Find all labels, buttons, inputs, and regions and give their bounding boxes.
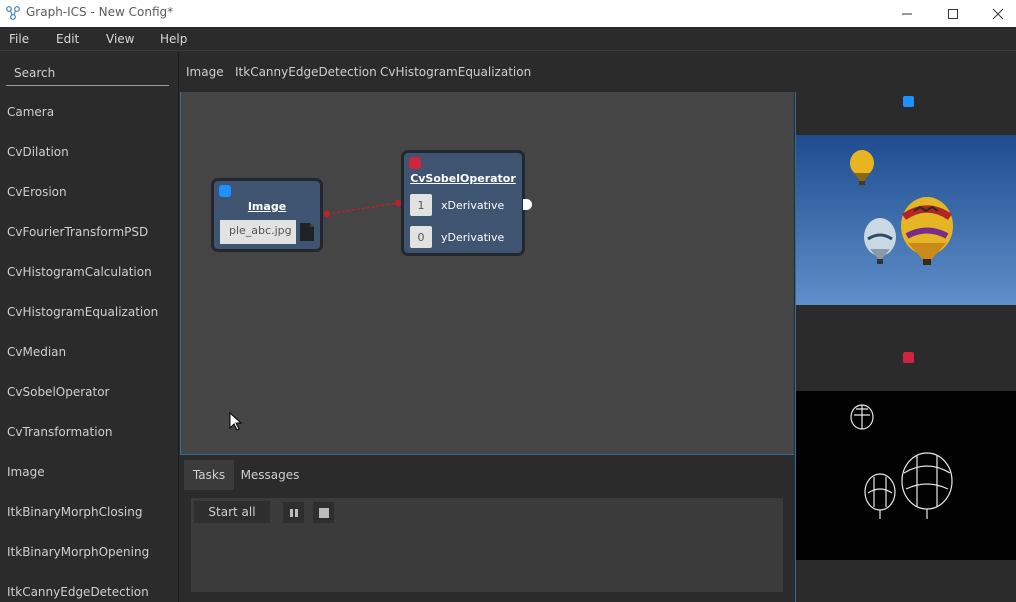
config-tab-bar: Image ItkCannyEdgeDetection CvHistogramE…: [180, 52, 1016, 92]
start-all-button[interactable]: Start all: [194, 501, 270, 523]
start-all-label: Start all: [208, 505, 256, 519]
sidebar-item-itkcannyedgedetection[interactable]: ItkCannyEdgeDetection: [7, 585, 149, 599]
preview-status-dot-red[interactable]: [903, 352, 914, 363]
node-connection: [326, 202, 399, 215]
sidebar-item-cvfouriertransformpsd[interactable]: CvFourierTransformPSD: [7, 225, 148, 239]
close-icon: [992, 8, 1004, 19]
minimize-button[interactable]: [884, 0, 930, 27]
pause-button[interactable]: [283, 502, 304, 523]
preview-status-dot-blue[interactable]: [903, 96, 914, 107]
tab-tasks[interactable]: Tasks: [184, 460, 234, 490]
node-editor-canvas[interactable]: Image ple_abc.jpg CvSobelOperator 1 xDer…: [180, 92, 794, 455]
node-status-dot[interactable]: [219, 185, 231, 197]
sidebar-item-cvsobeloperator[interactable]: CvSobelOperator: [7, 385, 110, 399]
tab-messages[interactable]: Messages: [236, 460, 304, 490]
tab-image[interactable]: Image: [186, 52, 224, 92]
maximize-button[interactable]: [930, 0, 976, 27]
stop-button[interactable]: [313, 502, 334, 523]
window-title: Graph-ICS - New Config*: [26, 5, 174, 19]
sidebar-item-itkbinarymorphopening[interactable]: ItkBinaryMorphOpening: [7, 545, 149, 559]
connection-endpoint: [323, 210, 331, 218]
sidebar-item-cvmedian[interactable]: CvMedian: [7, 345, 66, 359]
image-preview-panel: [795, 92, 1016, 602]
sidebar-item-cvtransformation[interactable]: CvTransformation: [7, 425, 113, 439]
close-button[interactable]: [975, 0, 1016, 27]
node-sidebar: Camera CvDilation CvErosion CvFourierTra…: [0, 52, 179, 602]
yderivative-input[interactable]: 0: [410, 226, 432, 248]
preview-image-processed: [796, 391, 1016, 560]
mouse-cursor-icon: [229, 412, 243, 431]
pause-icon: [289, 508, 298, 517]
menu-edit[interactable]: Edit: [56, 32, 79, 46]
task-list-area: Start all: [191, 498, 783, 592]
search-box: [6, 62, 169, 86]
sidebar-item-cvhistogramequalization[interactable]: CvHistogramEqualization: [7, 305, 158, 319]
preview-image-original: [796, 135, 1016, 305]
tab-cvhistogramequalization[interactable]: CvHistogramEqualization: [380, 52, 531, 92]
sidebar-item-cvdilation[interactable]: CvDilation: [7, 145, 69, 159]
sidebar-item-cverosion[interactable]: CvErosion: [7, 185, 67, 199]
sidebar-item-itkbinarymorphclosing[interactable]: ItkBinaryMorphClosing: [7, 505, 142, 519]
minimize-icon: [902, 13, 912, 14]
menu-file[interactable]: File: [9, 32, 29, 46]
maximize-icon: [948, 8, 958, 19]
search-input[interactable]: [6, 62, 166, 84]
connection-layer: [323, 199, 402, 218]
stop-icon: [318, 507, 329, 518]
yderivative-label: yDerivative: [441, 231, 505, 244]
sobel-operator-node[interactable]: CvSobelOperator 1 xDerivative 0 yDerivat…: [401, 150, 532, 256]
xderivative-input[interactable]: 1: [410, 194, 432, 216]
node-title: Image: [247, 200, 287, 213]
node-title: CvSobelOperator: [410, 172, 516, 185]
title-bar: Graph-ICS - New Config*: [0, 0, 1016, 27]
file-path-value: ple_abc.jpg: [229, 224, 292, 237]
sidebar-item-camera[interactable]: Camera: [7, 105, 54, 119]
menu-view[interactable]: View: [106, 32, 134, 46]
menu-bar: File Edit View Help: [0, 27, 1016, 51]
file-icon: [300, 223, 314, 241]
xderivative-label: xDerivative: [441, 199, 505, 212]
sidebar-item-image[interactable]: Image: [7, 465, 45, 479]
node-status-dot[interactable]: [409, 157, 421, 169]
image-node[interactable]: Image ple_abc.jpg: [211, 178, 323, 252]
tab-itkcannyedgedetection[interactable]: ItkCannyEdgeDetection: [235, 52, 377, 92]
file-path-field[interactable]: ple_abc.jpg: [220, 220, 296, 244]
app-graph-icon: [6, 6, 20, 20]
open-file-button[interactable]: [298, 222, 316, 242]
menu-help[interactable]: Help: [160, 32, 187, 46]
bottom-panel: Tasks Messages Start all: [180, 456, 794, 602]
sidebar-item-cvhistogramcalculation[interactable]: CvHistogramCalculation: [7, 265, 152, 279]
